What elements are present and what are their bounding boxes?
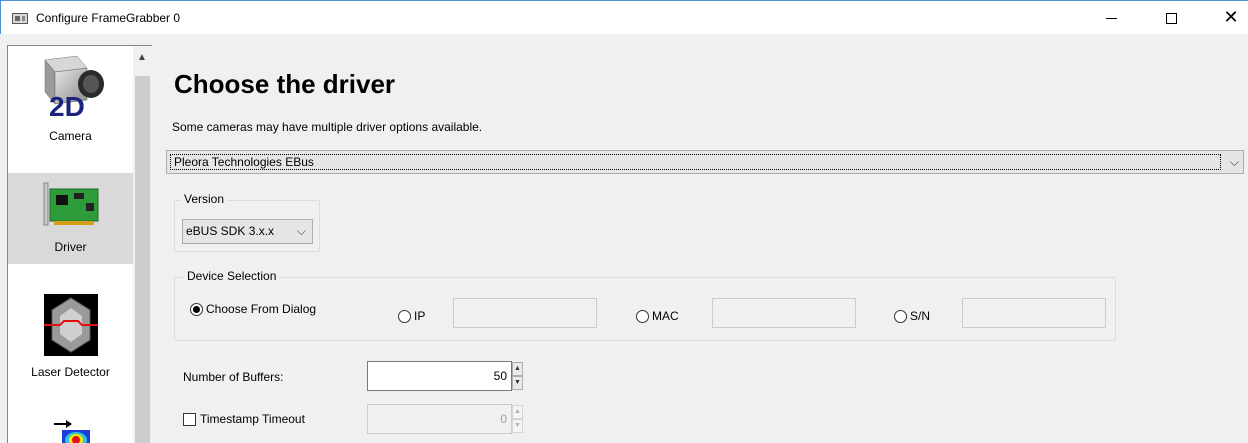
radio-indicator: [398, 309, 411, 323]
timestamp-timeout-input[interactable]: 0: [367, 404, 512, 434]
buffers-label: Number of Buffers:: [183, 370, 284, 384]
radio-indicator: [894, 309, 907, 323]
checkbox-label: Timestamp Timeout: [200, 412, 305, 426]
camera-2d-icon: 2D: [44, 55, 104, 122]
driver-select[interactable]: Pleora Technologies EBus ⌵: [166, 150, 1244, 174]
window-title: Configure FrameGrabber 0: [36, 11, 181, 25]
radio-label: IP: [414, 309, 426, 323]
sidebar-item-driver[interactable]: Driver: [8, 173, 133, 264]
radio-label: S/N: [910, 309, 931, 323]
mac-address-field[interactable]: [712, 298, 856, 328]
close-icon: ✕: [1223, 7, 1239, 28]
close-button[interactable]: ✕: [1208, 1, 1248, 35]
scroll-up-arrow-icon[interactable]: ▲: [137, 52, 147, 63]
laser-detector-icon: [44, 294, 98, 356]
page-description: Some cameras may have multiple driver op…: [172, 120, 483, 134]
version-select-value: eBUS SDK 3.x.x: [186, 224, 275, 238]
checkbox-indicator: [183, 412, 196, 426]
radio-ip[interactable]: IP: [398, 309, 425, 323]
version-group-label: Version: [181, 192, 228, 206]
sidebar-item-label: Camera: [49, 129, 92, 143]
radio-label: Choose From Dialog: [206, 302, 317, 316]
chevron-down-icon: ⌵: [296, 224, 306, 238]
sidebar-item-laser-detector[interactable]: Laser Detector: [8, 264, 133, 388]
sidebar-item-label: Driver: [54, 240, 87, 254]
maximize-icon: [1165, 12, 1177, 24]
buffers-spinner[interactable]: ▲ ▼: [512, 362, 523, 392]
version-select[interactable]: eBUS SDK 3.x.x ⌵: [182, 219, 313, 244]
spin-up-icon[interactable]: ▲: [512, 362, 523, 376]
sidebar: 2D Camera Driver Laser Detector ▲: [7, 45, 152, 443]
page-title: Choose the driver: [174, 69, 396, 99]
svg-text:2D: 2D: [49, 91, 85, 122]
chevron-down-icon: ⌵: [1229, 155, 1239, 169]
minimize-icon: [1105, 17, 1117, 19]
device-selection-group-label: Device Selection: [184, 269, 280, 283]
timestamp-timeout-checkbox[interactable]: Timestamp Timeout: [183, 412, 305, 426]
radio-choose-from-dialog[interactable]: Choose From Dialog: [190, 302, 316, 316]
main-panel: Choose the driver Some cameras may have …: [152, 45, 1248, 443]
driver-select-value: Pleora Technologies EBus: [170, 154, 1221, 170]
radio-serial-number[interactable]: S/N: [894, 309, 930, 323]
spin-down-icon[interactable]: ▼: [512, 419, 523, 433]
maximize-button[interactable]: [1148, 1, 1194, 35]
radio-indicator: [190, 302, 203, 316]
serial-number-field[interactable]: [962, 298, 1106, 328]
sidebar-item-heatmap[interactable]: [8, 388, 133, 443]
buffers-input[interactable]: 50: [367, 361, 512, 391]
timestamp-timeout-spinner[interactable]: ▲ ▼: [512, 405, 523, 435]
minimize-button[interactable]: [1088, 1, 1134, 35]
scrollbar-thumb[interactable]: [135, 76, 150, 443]
spin-down-icon[interactable]: ▼: [512, 376, 523, 390]
sidebar-scrollbar[interactable]: ▲: [133, 46, 152, 443]
sidebar-item-label: Laser Detector: [31, 365, 110, 379]
spin-up-icon[interactable]: ▲: [512, 405, 523, 419]
radio-mac[interactable]: MAC: [636, 309, 679, 323]
radio-indicator: [636, 309, 649, 323]
title-bar[interactable]: Configure FrameGrabber 0 ✕: [0, 0, 1248, 34]
sidebar-item-camera[interactable]: 2D Camera: [8, 46, 133, 173]
heatmap-arrow-icon: [54, 420, 90, 443]
ip-address-field[interactable]: [453, 298, 597, 328]
radio-label: MAC: [652, 309, 679, 323]
app-window-icon: [12, 13, 28, 24]
pci-card-icon: [43, 182, 99, 226]
